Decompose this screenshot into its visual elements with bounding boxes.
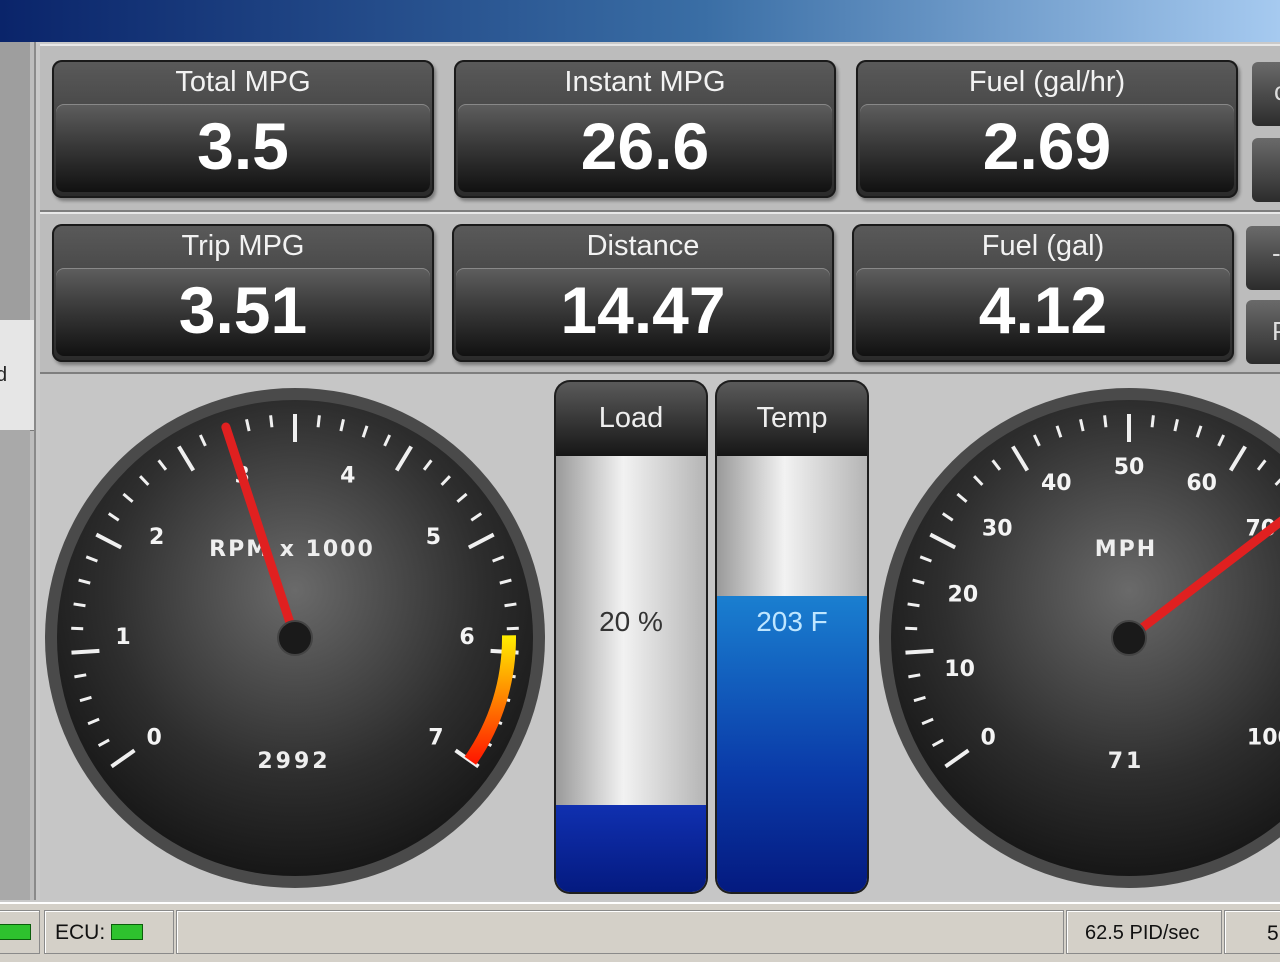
distance-tile: Distance 14.47	[452, 224, 834, 362]
tach-tick	[71, 626, 84, 631]
speed-tick	[905, 626, 918, 631]
trip-mpg-tile: Trip MPG 3.51	[52, 224, 434, 362]
trip-mpg-value: 3.51	[178, 273, 308, 347]
left-panel-section[interactable]	[0, 42, 30, 321]
tach-tick	[316, 415, 321, 428]
tach-title: RPM x 1000	[209, 537, 375, 562]
tach-digital-readout: 2992	[257, 749, 330, 774]
load-label: Load	[556, 382, 706, 456]
side-button-3[interactable]: -	[1246, 226, 1280, 290]
speed-tick	[905, 648, 934, 655]
speed-tick	[1103, 415, 1108, 428]
tach-tick-label: 6	[459, 625, 474, 650]
left-panel-section-lower	[0, 430, 30, 900]
load-bar: Load 20 %	[556, 382, 706, 892]
fuel-rate-value: 2.69	[982, 109, 1112, 183]
total-mpg-value: 3.5	[197, 109, 289, 183]
distance-value: 14.47	[560, 273, 726, 347]
side-button-1[interactable]: c	[1252, 62, 1280, 126]
status-bar: ECU: 62.5 PID/sec 5	[0, 902, 1280, 962]
instant-mpg-label: Instant MPG	[564, 66, 726, 98]
instant-mpg-tile: Instant MPG 26.6	[454, 60, 836, 198]
fuel-used-label: Fuel (gal)	[981, 230, 1105, 262]
fuel-used-tile: Fuel (gal) 4.12	[852, 224, 1234, 362]
speed-tick-label: 100	[1247, 726, 1280, 751]
pid-rate-cell: 62.5 PID/sec	[1066, 910, 1222, 954]
speed-tick	[907, 602, 920, 608]
temp-bar: Temp 203 F	[717, 382, 867, 892]
tach-tick	[73, 602, 86, 608]
total-mpg-tile: Total MPG 3.5	[52, 60, 434, 198]
load-value: 20 %	[599, 606, 663, 637]
instant-mpg-value: 26.6	[580, 109, 710, 183]
tach-tick	[71, 648, 100, 655]
speed-title: MPH	[1095, 537, 1157, 562]
ecu-status-cell: ECU:	[44, 910, 174, 954]
tach-tick-label: 1	[115, 625, 130, 650]
tach-tick	[74, 673, 87, 679]
speed-tick-label: 10	[944, 657, 975, 682]
speed-hub	[1111, 620, 1147, 656]
tach-tick-label: 7	[428, 726, 443, 751]
temp-value: 203 F	[756, 606, 828, 637]
trip-mpg-label: Trip MPG	[181, 230, 305, 262]
total-mpg-label: Total MPG	[175, 66, 311, 98]
speed-tick-label: 20	[948, 582, 979, 607]
side-button-2[interactable]	[1252, 138, 1280, 202]
speed-tick-label: 40	[1041, 471, 1072, 496]
load-fill	[556, 804, 706, 892]
left-panel-button[interactable]: d	[0, 320, 34, 431]
ecu-label: ECU:	[55, 921, 106, 944]
side-button-1-label: c	[1274, 76, 1280, 107]
side-button-4[interactable]: P	[1246, 300, 1280, 364]
readout-row-bottom: Trip MPG 3.51 Distance 14.47 Fuel (gal) …	[40, 212, 1280, 374]
side-button-3-label: -	[1272, 238, 1280, 268]
left-side-panel: d	[0, 42, 36, 900]
tachometer-gauge: 01234567 RPM x 1000 2992	[45, 388, 545, 888]
speed-tick-label: 50	[1114, 455, 1145, 480]
speed-tick-label: 30	[982, 516, 1013, 541]
tach-tick-label: 2	[149, 525, 164, 550]
tach-tick-label: 4	[340, 463, 355, 488]
tach-tick	[506, 626, 519, 631]
status-extra-value: 5	[1267, 922, 1279, 945]
side-button-4-label: P	[1272, 316, 1280, 347]
tach-tick-label: 0	[146, 726, 161, 751]
status-extra-cell: 5	[1224, 910, 1280, 954]
tach-hub	[277, 620, 313, 656]
speed-tick	[908, 673, 921, 679]
pid-rate: 62.5 PID/sec	[1085, 922, 1200, 944]
status-led-cell	[0, 910, 40, 954]
speed-tick-label: 0	[980, 726, 995, 751]
temp-label: Temp	[717, 382, 867, 456]
speed-tick	[1150, 415, 1155, 428]
speed-tick-label: 60	[1186, 471, 1217, 496]
speedometer-gauge: 01020304050607090100 MPH 71	[879, 388, 1280, 888]
left-panel-label: d	[0, 364, 8, 386]
status-message-cell	[176, 910, 1064, 954]
distance-label: Distance	[586, 230, 700, 262]
fuel-rate-label: Fuel (gal/hr)	[968, 66, 1126, 98]
temp-fill	[717, 595, 867, 892]
connection-led-icon	[0, 924, 31, 940]
speed-digital-readout: 71	[1108, 749, 1145, 774]
tach-tick	[504, 602, 517, 608]
fuel-rate-tile: Fuel (gal/hr) 2.69	[856, 60, 1238, 198]
window-title-bar[interactable]	[0, 0, 1280, 42]
tach-tick-label: 5	[426, 525, 441, 550]
fuel-used-value: 4.12	[978, 273, 1108, 347]
tach-tick	[269, 415, 274, 428]
ecu-led-icon	[111, 924, 143, 940]
readout-row-top: Total MPG 3.5 Instant MPG 26.6 Fuel (gal…	[40, 44, 1280, 212]
